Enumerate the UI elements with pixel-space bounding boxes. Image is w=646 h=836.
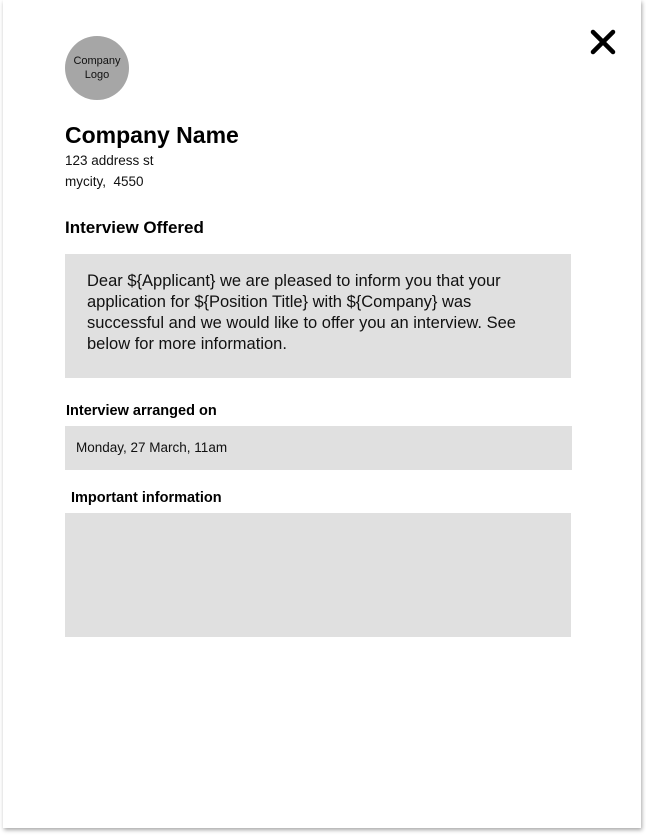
- important-information-field: [65, 513, 571, 637]
- close-button[interactable]: [589, 28, 617, 56]
- address-line-2: mycity, 4550: [65, 174, 144, 189]
- interview-offer-card: Company Logo Company Name 123 address st…: [3, 0, 641, 828]
- company-name: Company Name: [65, 122, 239, 148]
- important-information-label: Important information: [71, 490, 222, 506]
- company-logo: Company Logo: [65, 36, 129, 100]
- interview-arranged-label: Interview arranged on: [66, 403, 217, 419]
- interview-arranged-field: Monday, 27 March, 11am: [65, 426, 572, 470]
- company-logo-text: Company Logo: [73, 55, 121, 81]
- offer-message-box: Dear ${Applicant} we are pleased to info…: [65, 254, 571, 378]
- close-icon: [590, 29, 616, 55]
- address-line-1: 123 address st: [65, 153, 154, 168]
- interview-offered-heading: Interview Offered: [65, 218, 204, 237]
